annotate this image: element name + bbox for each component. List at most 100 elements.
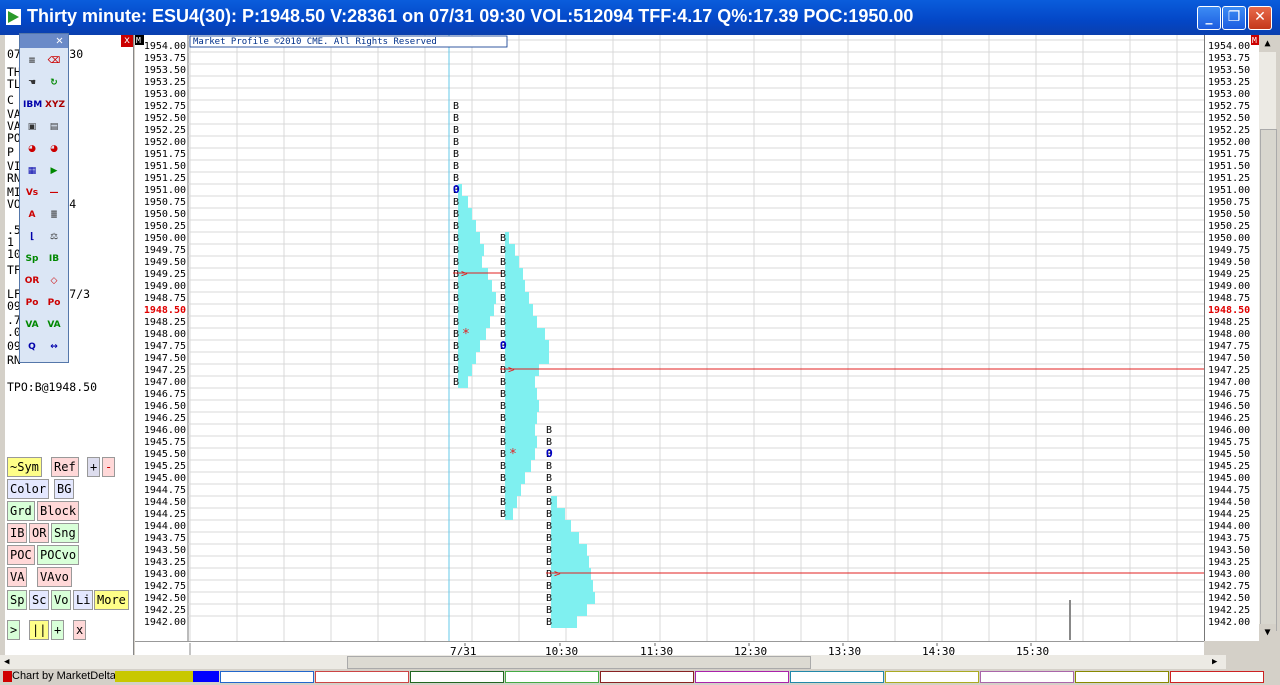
color-swatch[interactable]: [505, 671, 599, 683]
or-button[interactable]: OR: [29, 523, 50, 543]
price-label-right: 1947.00: [1208, 377, 1250, 388]
more-button[interactable]: More: [94, 590, 129, 610]
align-icon[interactable]: ≣: [45, 206, 63, 224]
minus-button[interactable]: -: [102, 457, 116, 477]
color-swatch[interactable]: [315, 671, 409, 683]
text-icon[interactable]: A: [23, 206, 41, 224]
tpo-histogram-bar: [505, 508, 513, 520]
plus-button[interactable]: +: [87, 457, 101, 477]
color-swatch-blue[interactable]: [193, 671, 219, 682]
color-swatch[interactable]: [1075, 671, 1169, 683]
sym-button[interactable]: ~Sym: [7, 457, 42, 477]
color-button[interactable]: Color: [7, 479, 50, 499]
remove-button[interactable]: x: [73, 620, 87, 640]
arrows-icon[interactable]: ↔: [45, 338, 63, 356]
refresh-icon[interactable]: ↻: [45, 74, 63, 92]
vavo-button[interactable]: VAvo: [37, 567, 72, 587]
add-button[interactable]: +: [51, 620, 65, 640]
color-swatch[interactable]: [885, 671, 979, 683]
tpo-histogram-bar: [505, 472, 525, 484]
tpo-letter: B: [453, 317, 459, 328]
edit-icon[interactable]: ⌫: [45, 52, 63, 70]
vavo-icon[interactable]: VA: [45, 316, 63, 334]
color-swatch[interactable]: [600, 671, 694, 683]
vo-button[interactable]: Vo: [51, 590, 72, 610]
market-profile-chart[interactable]: 1954.00 1953.75 1953.50 1953.25 1953.00 1952.…: [135, 35, 1204, 641]
hand-icon[interactable]: ☚: [23, 74, 41, 92]
list-icon[interactable]: ≡: [23, 52, 41, 70]
li-button[interactable]: Li: [73, 590, 94, 610]
toolbar-close-button[interactable]: ✕: [53, 34, 66, 47]
price-label-left: 1948.75: [144, 293, 186, 304]
poc-icon[interactable]: Po: [23, 294, 41, 312]
horizontal-scroll-thumb[interactable]: [347, 656, 811, 669]
horizontal-scrollbar[interactable]: ◀ ▶: [0, 655, 1226, 669]
or-icon[interactable]: OR: [23, 272, 41, 290]
maximize-button[interactable]: ❐: [1222, 6, 1246, 30]
camera-icon[interactable]: ▣: [23, 118, 41, 136]
va-button[interactable]: VA: [7, 567, 28, 587]
price-label-right: 1950.50: [1208, 209, 1250, 220]
midpoint-marker: *: [462, 327, 470, 342]
vs-icon[interactable]: Vs: [23, 184, 41, 202]
scroll-down-arrow-icon[interactable]: ▼: [1259, 624, 1276, 641]
pie2-icon[interactable]: ◕: [45, 140, 63, 158]
toolbar-header[interactable]: ✕: [20, 34, 68, 48]
scroll-left-arrow-icon[interactable]: ◀: [4, 656, 14, 668]
scroll-right-arrow-icon[interactable]: ▶: [1212, 656, 1222, 668]
price-label-left: 1947.25: [144, 365, 186, 376]
price-label-left: 1951.25: [144, 173, 186, 184]
diamond-icon[interactable]: ◇: [45, 272, 63, 290]
sng-button[interactable]: Sng: [51, 523, 79, 543]
bracket-icon[interactable]: ⌊: [23, 228, 41, 246]
price-label-left: 1942.50: [144, 593, 186, 604]
tpo-histogram-bar: [505, 244, 515, 256]
scale-icon[interactable]: ⚖: [45, 228, 63, 246]
grid-icon[interactable]: ▦: [23, 162, 41, 180]
price-label-left: 1944.50: [144, 497, 186, 508]
sp-icon[interactable]: Sp: [23, 250, 41, 268]
pocvo-button[interactable]: POCvo: [37, 545, 80, 565]
pocvo-icon[interactable]: Po: [45, 294, 63, 312]
price-label-left: 1953.00: [144, 89, 186, 100]
line-icon[interactable]: —: [45, 184, 63, 202]
va-icon[interactable]: VA: [23, 316, 41, 334]
ib-button[interactable]: IB: [7, 523, 28, 543]
q-icon[interactable]: Q: [23, 338, 41, 356]
price-label-right: 1952.50: [1208, 113, 1250, 124]
pause-button[interactable]: ||: [29, 620, 50, 640]
close-button[interactable]: ✕: [1248, 6, 1272, 30]
color-swatch-yellow[interactable]: [115, 671, 193, 682]
sc-button[interactable]: Sc: [29, 590, 50, 610]
color-swatch[interactable]: [790, 671, 884, 683]
minimize-button[interactable]: _: [1197, 6, 1221, 30]
panel-close-button[interactable]: x: [121, 35, 133, 47]
ref-button[interactable]: Ref: [51, 457, 79, 477]
poc-button[interactable]: POC: [7, 545, 35, 565]
grid-button[interactable]: Grd: [7, 501, 35, 521]
play-icon[interactable]: ▶: [45, 162, 63, 180]
xyz-icon[interactable]: XYZ: [45, 96, 65, 114]
vertical-scrollbar[interactable]: ▲ ▼: [1259, 35, 1277, 641]
color-swatch[interactable]: [980, 671, 1074, 683]
block-button[interactable]: Block: [37, 501, 80, 521]
color-swatch[interactable]: [695, 671, 789, 683]
price-label-right: 1953.50: [1208, 65, 1250, 76]
color-swatch[interactable]: [220, 671, 314, 683]
color-swatch[interactable]: [1170, 671, 1264, 683]
sp-button[interactable]: Sp: [7, 590, 28, 610]
ib-icon[interactable]: IB: [45, 250, 63, 268]
pie-icon[interactable]: ◕: [23, 140, 41, 158]
price-label-right: 1953.75: [1208, 53, 1250, 64]
bg-button[interactable]: BG: [54, 479, 75, 499]
price-label-left: 1943.25: [144, 557, 186, 568]
forward-button[interactable]: >: [7, 620, 21, 640]
scroll-up-arrow-icon[interactable]: ▲: [1259, 35, 1276, 52]
color-swatch[interactable]: [410, 671, 504, 683]
page-icon[interactable]: ▤: [45, 118, 63, 136]
vertical-scroll-thumb[interactable]: [1260, 129, 1277, 631]
price-label-right: 1945.00: [1208, 473, 1250, 484]
pane-tag-right: M: [1252, 36, 1257, 45]
ibm-icon[interactable]: IBM: [23, 96, 42, 114]
chart-canvas[interactable]: 1954.001953.751953.501953.251953.001952.…: [135, 35, 1204, 641]
